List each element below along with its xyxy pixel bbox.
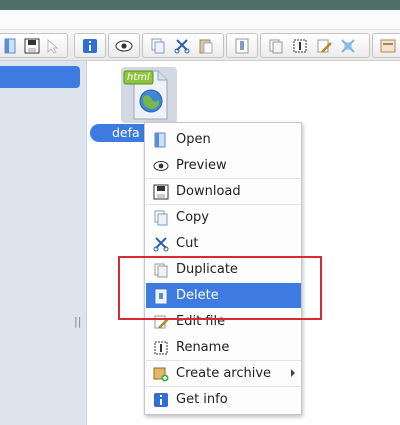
pane-resize-handle[interactable]: || [74, 316, 81, 328]
toolbar-group-edit [260, 33, 370, 58]
file-item-default-html[interactable]: html [121, 67, 177, 123]
scissors-icon [153, 236, 169, 252]
menu-item-label: Get info [176, 392, 228, 407]
duplicate-icon[interactable] [265, 36, 287, 56]
menu-item-label: Create archive [176, 366, 272, 381]
copy-icon[interactable] [147, 36, 169, 56]
cut-icon[interactable] [171, 36, 193, 56]
preview-icon[interactable] [113, 36, 135, 56]
menu-item-download[interactable]: Download [146, 179, 301, 204]
rename-icon [153, 340, 169, 356]
menu-item-cut[interactable]: Cut [146, 231, 301, 256]
select-icon[interactable] [44, 36, 63, 56]
menu-item-get-info[interactable]: Get info [146, 387, 301, 412]
menu-item-copy[interactable]: Copy [146, 205, 301, 230]
toolbar-group-info [74, 33, 106, 58]
view-icon[interactable] [377, 36, 399, 56]
menu-item-open[interactable]: Open [146, 127, 301, 152]
menu-item-label: Download [176, 184, 241, 199]
resize-icon[interactable] [337, 36, 359, 56]
toolbar-group-clipboard [142, 33, 224, 58]
file-type-badge: html [127, 72, 150, 83]
menu-item-label: Open [176, 132, 211, 147]
floppy-icon [153, 184, 169, 200]
menu-item-preview[interactable]: Preview [146, 153, 301, 178]
rename-icon[interactable] [289, 36, 311, 56]
navigation-pane [0, 61, 87, 425]
toolbar-group-archive [226, 33, 258, 58]
app-subheader [0, 10, 400, 30]
eye-icon [153, 158, 169, 174]
app-header-bar [0, 0, 400, 10]
toolbar-group-file [0, 33, 68, 58]
archive-icon[interactable] [231, 36, 253, 56]
edit-icon[interactable] [313, 36, 335, 56]
paste-icon[interactable] [195, 36, 217, 56]
menu-item-create-archive[interactable]: Create archive [146, 361, 301, 386]
archive-icon [153, 366, 169, 382]
toolbar [0, 30, 400, 61]
submenu-arrow-icon [291, 369, 295, 377]
nav-selected-folder[interactable] [0, 66, 80, 88]
menu-item-label: Rename [176, 340, 230, 355]
info-icon[interactable] [79, 36, 101, 56]
menu-item-label: Preview [176, 158, 227, 173]
highlight-annotation-box [118, 256, 322, 320]
open-icon [153, 132, 169, 148]
menu-item-rename[interactable]: Rename [146, 335, 301, 360]
menu-item-label: Copy [176, 210, 209, 225]
info-icon [153, 392, 169, 408]
open-icon[interactable] [1, 36, 20, 56]
toolbar-group-view [372, 33, 400, 58]
save-icon[interactable] [22, 36, 41, 56]
menu-item-label: Cut [176, 236, 199, 251]
copy-icon [153, 210, 169, 226]
toolbar-group-preview [108, 33, 140, 58]
